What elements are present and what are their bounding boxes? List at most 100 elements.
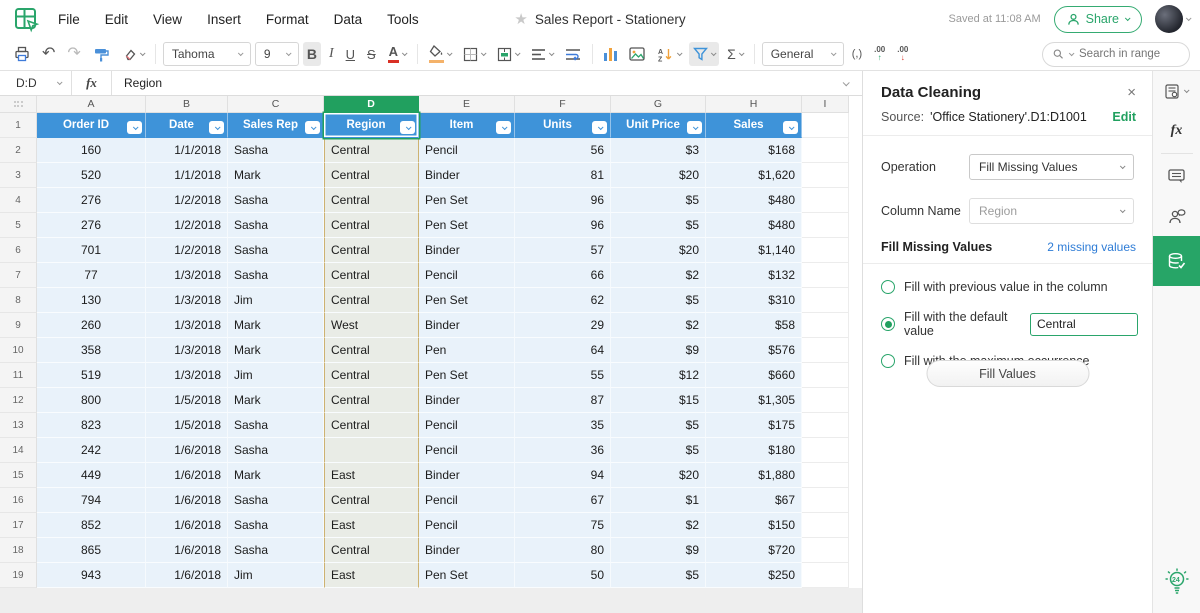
cell-E3[interactable]: Binder <box>419 163 515 188</box>
cell-E12[interactable]: Binder <box>419 388 515 413</box>
row-header-13[interactable]: 13 <box>0 413 37 438</box>
sort-button[interactable]: AZ <box>653 42 685 66</box>
font-family-select[interactable]: Tahoma <box>163 42 251 66</box>
cell-F15[interactable]: 94 <box>515 463 611 488</box>
cell-H19[interactable]: $250 <box>706 563 802 588</box>
row-header-12[interactable]: 12 <box>0 388 37 413</box>
cell-B11[interactable]: 1/3/2018 <box>146 363 228 388</box>
cell-I12[interactable] <box>802 388 849 413</box>
menu-file[interactable]: File <box>58 12 80 27</box>
operation-select[interactable]: Fill Missing Values <box>969 154 1134 180</box>
cell-I9[interactable] <box>802 313 849 338</box>
cell-C16[interactable]: Sasha <box>228 488 324 513</box>
number-format-select[interactable]: General <box>762 42 844 66</box>
cell-F17[interactable]: 75 <box>515 513 611 538</box>
cell-G17[interactable]: $2 <box>611 513 706 538</box>
cell-C8[interactable]: Jim <box>228 288 324 313</box>
cell-I8[interactable] <box>802 288 849 313</box>
row-header-5[interactable]: 5 <box>0 213 37 238</box>
cell-G9[interactable]: $2 <box>611 313 706 338</box>
panel-preview-icon[interactable] <box>1153 71 1200 111</box>
row-header-8[interactable]: 8 <box>0 288 37 313</box>
cell-G15[interactable]: $20 <box>611 463 706 488</box>
cell-F3[interactable]: 81 <box>515 163 611 188</box>
cell-F13[interactable]: 35 <box>515 413 611 438</box>
cell-B17[interactable]: 1/6/2018 <box>146 513 228 538</box>
redo-button[interactable]: ↷ <box>63 42 84 66</box>
cell-E11[interactable]: Pen Set <box>419 363 515 388</box>
option-fill-default[interactable]: Fill with the default value <box>863 310 1152 338</box>
cell-B14[interactable]: 1/6/2018 <box>146 438 228 463</box>
cell-D3[interactable]: Central <box>324 163 419 188</box>
cell-I11[interactable] <box>802 363 849 388</box>
fx-icon[interactable]: fx <box>72 71 112 95</box>
option-fill-previous[interactable]: Fill with previous value in the column <box>863 280 1152 294</box>
cell-I10[interactable] <box>802 338 849 363</box>
cell-A19[interactable]: 943 <box>37 563 146 588</box>
wrap-text-button[interactable] <box>561 42 585 66</box>
cell-E16[interactable]: Pencil <box>419 488 515 513</box>
row-header-10[interactable]: 10 <box>0 338 37 363</box>
formula-input[interactable]: Region <box>112 76 843 90</box>
cell-C7[interactable]: Sasha <box>228 263 324 288</box>
search-in-range-box[interactable] <box>1042 42 1190 67</box>
header-cell-sales-rep[interactable]: Sales Rep <box>228 113 324 138</box>
cell-F6[interactable]: 57 <box>515 238 611 263</box>
cell-F16[interactable]: 67 <box>515 488 611 513</box>
app-logo-icon[interactable] <box>12 5 40 33</box>
cell-A3[interactable]: 520 <box>37 163 146 188</box>
cell-G6[interactable]: $20 <box>611 238 706 263</box>
horizontal-align-button[interactable] <box>527 42 557 66</box>
edit-source-link[interactable]: Edit <box>1112 110 1136 124</box>
share-button[interactable]: Share <box>1054 6 1142 33</box>
select-all-corner[interactable] <box>0 96 37 113</box>
font-color-button[interactable]: A <box>384 42 410 66</box>
row-header-1[interactable]: 1 <box>0 113 37 138</box>
cell-H4[interactable]: $480 <box>706 188 802 213</box>
filter-chip-icon[interactable] <box>209 121 224 134</box>
header-cell-item[interactable]: Item <box>419 113 515 138</box>
header-cell-order-id[interactable]: Order ID <box>37 113 146 138</box>
cell-D14[interactable] <box>324 438 419 463</box>
cell-I18[interactable] <box>802 538 849 563</box>
cell-E9[interactable]: Binder <box>419 313 515 338</box>
cell-G5[interactable]: $5 <box>611 213 706 238</box>
filter-chip-icon[interactable] <box>496 121 511 134</box>
cell-D13[interactable]: Central <box>324 413 419 438</box>
cell-B7[interactable]: 1/3/2018 <box>146 263 228 288</box>
cell-G3[interactable]: $20 <box>611 163 706 188</box>
cell-D6[interactable]: Central <box>324 238 419 263</box>
cell-B19[interactable]: 1/6/2018 <box>146 563 228 588</box>
column-header-I[interactable]: I <box>802 96 849 113</box>
filter-chip-icon[interactable] <box>783 121 798 134</box>
comments-icon[interactable] <box>1153 156 1200 196</box>
menu-data[interactable]: Data <box>334 12 363 27</box>
cell-C6[interactable]: Sasha <box>228 238 324 263</box>
column-header-G[interactable]: G <box>611 96 706 113</box>
cell-H8[interactable]: $310 <box>706 288 802 313</box>
radio-fill-default[interactable] <box>881 317 895 331</box>
cell-D4[interactable]: Central <box>324 188 419 213</box>
filter-button[interactable] <box>689 42 719 66</box>
missing-values-link[interactable]: 2 missing values <box>1047 240 1136 254</box>
cell-H16[interactable]: $67 <box>706 488 802 513</box>
radio-fill-previous[interactable] <box>881 280 895 294</box>
format-painter-button[interactable] <box>89 42 113 66</box>
column-name-select[interactable]: Region <box>969 198 1134 224</box>
cell-G4[interactable]: $5 <box>611 188 706 213</box>
cell-D11[interactable]: Central <box>324 363 419 388</box>
cell-E18[interactable]: Binder <box>419 538 515 563</box>
column-header-A[interactable]: A <box>37 96 146 113</box>
cell-B6[interactable]: 1/2/2018 <box>146 238 228 263</box>
cell-G19[interactable]: $5 <box>611 563 706 588</box>
row-header-14[interactable]: 14 <box>0 438 37 463</box>
cell-A16[interactable]: 794 <box>37 488 146 513</box>
header-cell-empty-i[interactable] <box>802 113 849 138</box>
underline-button[interactable]: U <box>342 42 359 66</box>
cell-D12[interactable]: Central <box>324 388 419 413</box>
user-avatar[interactable] <box>1155 5 1183 33</box>
cell-I15[interactable] <box>802 463 849 488</box>
cell-E2[interactable]: Pencil <box>419 138 515 163</box>
column-header-E[interactable]: E <box>419 96 515 113</box>
cell-I19[interactable] <box>802 563 849 588</box>
